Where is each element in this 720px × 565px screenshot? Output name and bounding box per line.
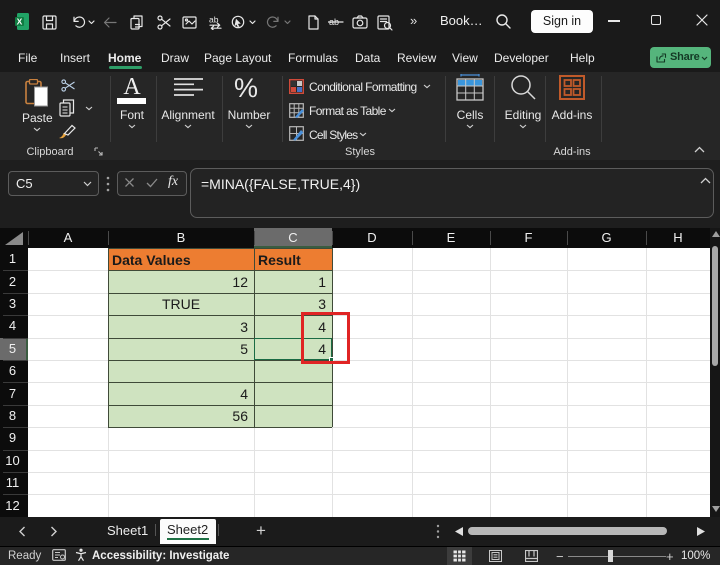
svg-text:X: X	[17, 17, 23, 27]
